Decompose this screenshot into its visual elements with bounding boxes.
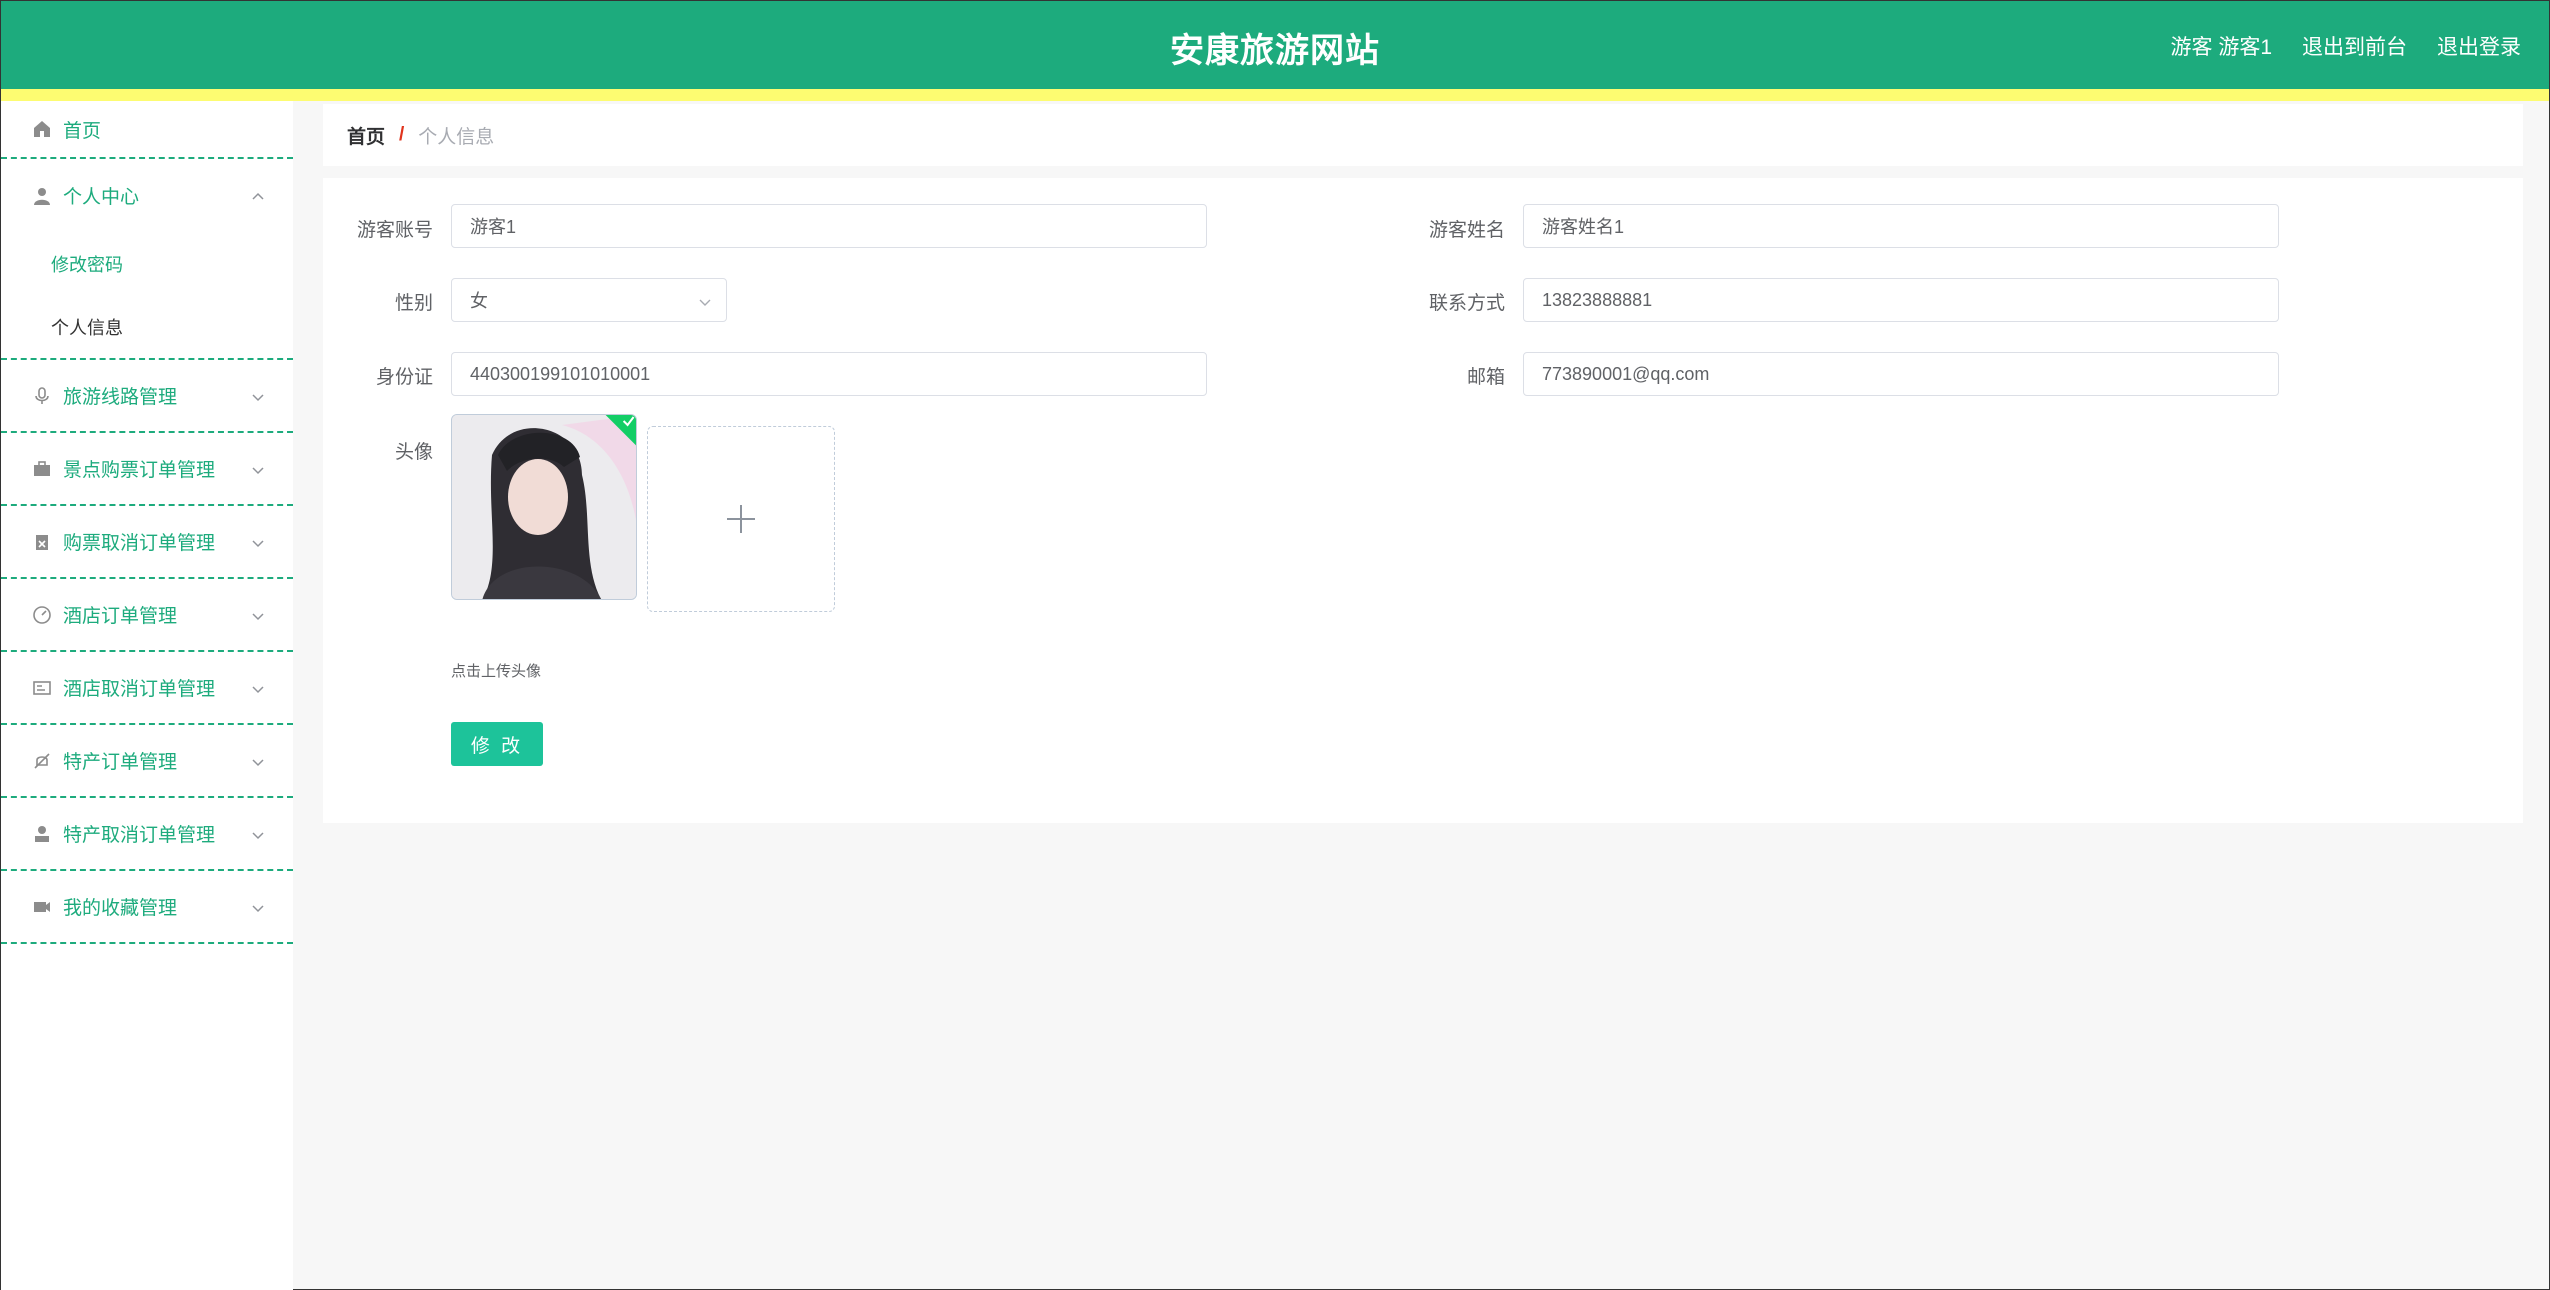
breadcrumb-home[interactable]: 首页 (347, 122, 385, 149)
sidebar-item-label: 个人中心 (63, 187, 140, 208)
back-to-front-link[interactable]: 退出到前台 (2302, 31, 2407, 61)
sidebar-item-hotel-cancel-orders[interactable]: 酒店取消订单管理 (1, 652, 293, 725)
plus-icon (727, 505, 755, 533)
breadcrumb-separator: / (399, 124, 405, 145)
sidebar-item-label: 特产订单管理 (63, 752, 178, 773)
chevron-down-icon (251, 534, 265, 548)
sidebar-item-specialty-cancel-orders[interactable]: 特产取消订单管理 (1, 798, 293, 871)
logout-link[interactable]: 退出登录 (2437, 31, 2521, 61)
bell-off-icon (31, 750, 53, 772)
sidebar-subitem-change-password[interactable]: 修改密码 (1, 232, 293, 295)
sidebar-item-specialty-orders[interactable]: 特产订单管理 (1, 725, 293, 798)
chevron-down-icon (251, 826, 265, 840)
top-header: 安康旅游网站 游客 游客1 退出到前台 退出登录 (1, 1, 2549, 89)
phone-input[interactable]: 13823888881 (1523, 278, 2279, 322)
chevron-up-icon (251, 188, 265, 202)
chevron-down-icon (251, 753, 265, 767)
sidebar-item-home[interactable]: 首页 (1, 101, 293, 159)
id-card-input[interactable]: 440300199101010001 (451, 352, 1207, 396)
home-icon (31, 118, 53, 140)
email-label: 邮箱 (1466, 367, 1505, 388)
gender-select[interactable]: 女 (451, 278, 727, 322)
id-card-label: 身份证 (375, 367, 433, 388)
account-input-value: 游客1 (470, 217, 517, 237)
clipboard-icon (31, 531, 53, 553)
sidebar-item-hotel-orders[interactable]: 酒店订单管理 (1, 579, 293, 652)
email-input[interactable]: 773890001@qq.com (1523, 352, 2279, 396)
header-stripe (1, 89, 2549, 101)
chevron-down-icon (251, 680, 265, 694)
avatar-label: 头像 (394, 442, 433, 463)
name-label: 游客姓名 (1428, 220, 1505, 241)
camera-icon (31, 896, 53, 918)
gender-label: 性别 (394, 293, 433, 314)
phone-label: 联系方式 (1428, 293, 1505, 314)
avatar-preview[interactable] (451, 414, 637, 600)
briefcase-icon (31, 458, 53, 480)
account-input[interactable]: 游客1 (451, 204, 1207, 248)
profile-form: 游客账号 游客1 游客姓名 游客姓名1 性别 女 联系方式 1382388888… (323, 178, 2523, 823)
chevron-down-icon (251, 607, 265, 621)
name-input-value: 游客姓名1 (1542, 217, 1625, 237)
sidebar-item-label: 购票取消订单管理 (63, 533, 216, 554)
breadcrumb: 首页 / 个人信息 (323, 104, 2523, 166)
sidebar-item-label: 旅游线路管理 (63, 387, 178, 408)
sidebar-group-personal: 个人中心 修改密码 个人信息 (1, 159, 293, 360)
microphone-icon (31, 385, 53, 407)
sidebar-item-travel-routes[interactable]: 旅游线路管理 (1, 360, 293, 433)
sidebar-item-favorites[interactable]: 我的收藏管理 (1, 871, 293, 944)
name-input[interactable]: 游客姓名1 (1523, 204, 2279, 248)
avatar-image (452, 415, 636, 599)
account-label: 游客账号 (356, 220, 433, 241)
chevron-down-icon (698, 293, 712, 307)
submit-button[interactable]: 修 改 (451, 722, 543, 766)
gender-select-value: 女 (470, 291, 488, 311)
sidebar-item-label: 景点购票订单管理 (63, 460, 216, 481)
id-card-input-value: 440300199101010001 (470, 363, 651, 384)
chevron-down-icon (251, 461, 265, 475)
email-input-value: 773890001@qq.com (1542, 363, 1710, 384)
sidebar-item-label: 特产取消订单管理 (63, 825, 216, 846)
sidebar-item-label: 我的收藏管理 (63, 898, 178, 919)
dashboard-icon (31, 604, 53, 626)
sidebar-item-ticket-orders[interactable]: 景点购票订单管理 (1, 433, 293, 506)
chevron-down-icon (251, 388, 265, 402)
current-user-label: 游客 游客1 (2170, 36, 2272, 59)
chevron-down-icon (251, 899, 265, 913)
sidebar-subitem-personal-info[interactable]: 个人信息 (1, 295, 293, 358)
sidebar: 首页 个人中心 修改密码 个人信息 旅游线路管理 景点购票订单管理 购票取消订单… (1, 101, 293, 1290)
sidebar-item-personal-center[interactable]: 个人中心 (1, 159, 293, 232)
breadcrumb-current: 个人信息 (418, 126, 495, 148)
avatar-upload-button[interactable] (647, 426, 835, 612)
user-icon (31, 185, 53, 207)
upload-tip: 点击上传头像 (451, 663, 542, 680)
user-solid-icon (31, 823, 53, 845)
sidebar-item-ticket-cancel-orders[interactable]: 购票取消订单管理 (1, 506, 293, 579)
id-card-icon (31, 677, 53, 699)
sidebar-item-label: 酒店订单管理 (63, 606, 178, 627)
phone-input-value: 13823888881 (1542, 289, 1653, 310)
sidebar-item-label: 酒店取消订单管理 (63, 679, 216, 700)
app-title: 安康旅游网站 (1170, 32, 1380, 70)
header-links: 游客 游客1 退出到前台 退出登录 (2170, 31, 2521, 61)
sidebar-item-label: 首页 (63, 120, 102, 142)
